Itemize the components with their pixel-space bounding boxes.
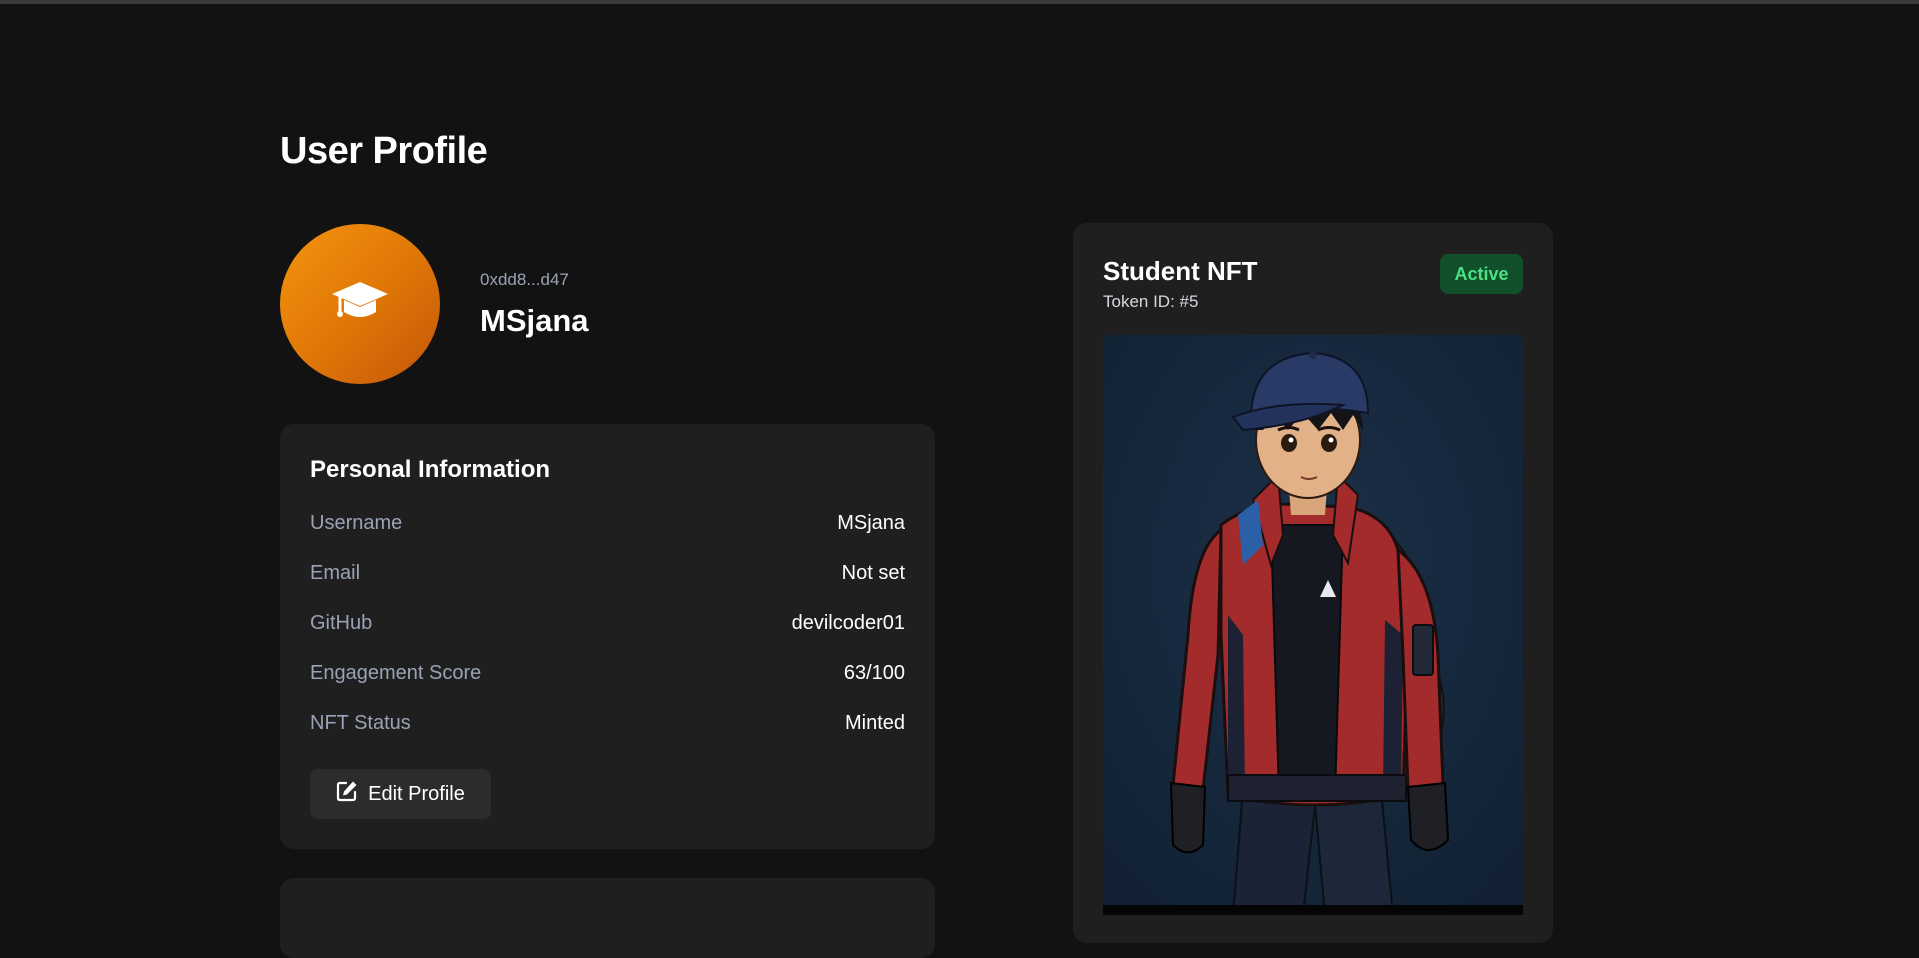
info-row-github: GitHub devilcoder01 — [310, 609, 905, 637]
info-value: Minted — [844, 711, 905, 734]
info-label: NFT Status — [310, 711, 411, 734]
info-label: Email — [310, 561, 361, 584]
info-label: Engagement Score — [310, 661, 482, 684]
info-label: GitHub — [310, 611, 373, 634]
edit-icon — [336, 780, 358, 808]
student-nft-card: Student NFT Token ID: #5 Active — [1073, 223, 1553, 943]
info-value: devilcoder01 — [791, 611, 905, 634]
info-value: MSjana — [837, 511, 905, 534]
info-value: Not set — [841, 561, 905, 584]
graduation-cap-icon — [330, 280, 390, 329]
info-value: 63/100 — [843, 661, 905, 684]
status-badge: Active — [1440, 254, 1523, 294]
window-top-border — [0, 0, 1919, 4]
personal-info-card: Personal Information Username MSjana Ema… — [280, 424, 935, 849]
wallet-address[interactable]: 0xdd8...d47 — [480, 269, 569, 291]
nft-title: Student NFT — [1103, 256, 1258, 286]
info-label: Username — [310, 511, 403, 534]
info-row-email: Email Not set — [310, 559, 905, 587]
personal-info-title: Personal Information — [310, 456, 551, 483]
nft-image — [1103, 335, 1523, 915]
secondary-card — [280, 878, 935, 958]
info-row-engagement-score: Engagement Score 63/100 — [310, 659, 905, 687]
info-row-nft-status: NFT Status Minted — [310, 709, 905, 737]
nft-token-id: Token ID: #5 — [1103, 292, 1199, 311]
page-title: User Profile — [280, 130, 488, 172]
avatar — [280, 224, 440, 384]
edit-profile-label: Edit Profile — [368, 782, 465, 805]
edit-profile-button[interactable]: Edit Profile — [310, 769, 491, 819]
profile-display-name: MSjana — [480, 303, 589, 338]
info-row-username: Username MSjana — [310, 509, 905, 537]
